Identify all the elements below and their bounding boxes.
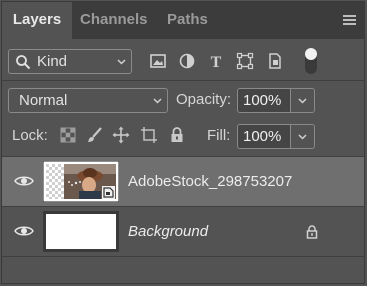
divider [2, 256, 364, 257]
filter-toggle-knob [305, 48, 317, 60]
tab-layers[interactable]: Layers [2, 2, 72, 39]
smart-object-filter-icon[interactable] [266, 52, 284, 70]
lock-position-icon[interactable] [112, 126, 130, 144]
layer-thumbnail [43, 161, 119, 202]
chevron-down-icon [298, 134, 307, 140]
layers-panel: Layers Channels Paths Kind T Normal Opac… [1, 1, 365, 284]
lock-all-icon[interactable] [168, 126, 186, 144]
lock-image-pixels-icon[interactable] [86, 126, 104, 144]
tab-paths[interactable]: Paths [167, 2, 208, 39]
pixel-layer-filter-icon[interactable] [149, 52, 167, 70]
lock-label: Lock: [12, 127, 48, 144]
fill-label: Fill: [207, 127, 231, 144]
panel-tab-bar: Layers Channels Paths [2, 2, 364, 39]
divider [2, 80, 364, 81]
panel-menu-icon[interactable] [343, 15, 356, 25]
search-icon [16, 55, 31, 70]
type-layer-filter-icon[interactable]: T [207, 52, 225, 70]
opacity-label: Opacity: [176, 91, 232, 108]
filter-kind-label: Kind [37, 53, 68, 70]
tab-channels[interactable]: Channels [80, 2, 148, 39]
layer-row-background[interactable]: Background [2, 207, 364, 257]
adjustment-layer-filter-icon[interactable] [178, 52, 196, 70]
layer-lock-icon[interactable] [306, 225, 318, 239]
lock-transparent-pixels-icon[interactable] [59, 126, 77, 144]
visibility-eye-icon[interactable] [14, 174, 34, 188]
layer-name[interactable]: Background [128, 223, 208, 240]
lock-artboard-icon[interactable] [140, 126, 158, 144]
opacity-dropdown-button[interactable] [291, 88, 315, 113]
svg-text:T: T [211, 54, 222, 70]
chevron-down-icon [117, 59, 126, 65]
fill-input[interactable]: 100% [237, 124, 291, 149]
layer-row-smart-object[interactable]: AdobeStock_298753207 [2, 157, 364, 207]
filter-toggle[interactable] [305, 48, 317, 74]
fill-value: 100% [243, 128, 282, 145]
blend-mode-value: Normal [19, 92, 68, 109]
chevron-down-icon [153, 98, 162, 104]
chevron-down-icon [298, 98, 307, 104]
opacity-value: 100% [243, 92, 282, 109]
shape-layer-filter-icon[interactable] [236, 52, 254, 70]
opacity-input[interactable]: 100% [237, 88, 291, 113]
layer-name[interactable]: AdobeStock_298753207 [128, 173, 292, 190]
filter-kind-select[interactable]: Kind [8, 49, 132, 74]
visibility-eye-icon[interactable] [14, 224, 34, 238]
fill-dropdown-button[interactable] [291, 124, 315, 149]
layer-thumbnail [43, 211, 119, 252]
blend-mode-select[interactable]: Normal [8, 88, 168, 113]
